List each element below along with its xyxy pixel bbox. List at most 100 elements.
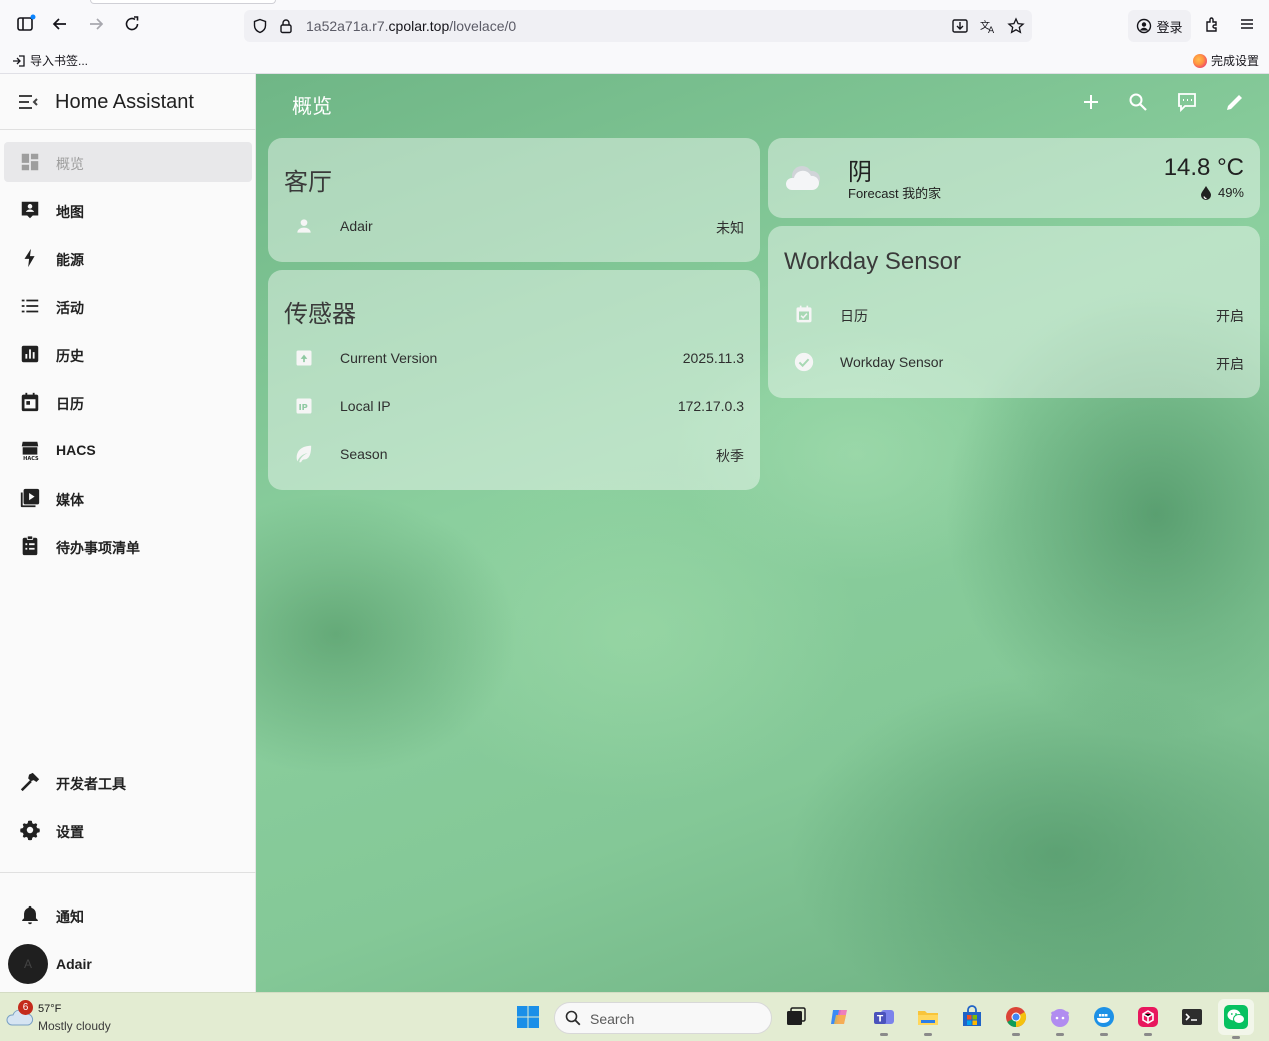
red-box-app-icon[interactable] — [1134, 1003, 1162, 1036]
card-title: 传感器 — [284, 301, 356, 328]
ha-sidebar: Home Assistant 概览 地图 能源 活动 历史 日历 HACS HA… — [0, 74, 256, 992]
bookmarks-bar: 导入书签... 完成设置 — [0, 48, 1269, 74]
svg-text:A: A — [988, 26, 995, 35]
running-indicator — [880, 1033, 888, 1036]
sidebar-item-media[interactable]: 媒体 — [4, 478, 252, 518]
sidebar-item-settings[interactable]: 设置 — [4, 810, 252, 850]
sidebar-item-notifications[interactable]: 通知 — [4, 895, 252, 935]
task-view-icon[interactable] — [782, 1003, 810, 1031]
chart-box-icon — [18, 342, 42, 366]
firefox-logo-icon — [1192, 53, 1207, 68]
card-title: Workday Sensor — [784, 248, 961, 275]
dashboard-icon — [18, 150, 42, 174]
svg-text:HACS: HACS — [23, 456, 39, 461]
add-icon[interactable] — [1079, 90, 1103, 114]
teams-icon[interactable]: T — [870, 1003, 898, 1036]
running-indicator — [1144, 1033, 1152, 1036]
search-icon[interactable] — [1126, 90, 1150, 114]
running-indicator — [1056, 1033, 1064, 1036]
browser-toolbar: 1a52a71a.r7.cpolar.top/lovelace/0 文A 登录 — [0, 0, 1269, 48]
browser-tab[interactable] — [90, 0, 276, 4]
calendar-icon — [18, 390, 42, 414]
address-bar[interactable]: 1a52a71a.r7.cpolar.top/lovelace/0 文A — [244, 10, 1032, 42]
search-icon — [565, 1010, 581, 1026]
translate-icon[interactable]: 文A — [978, 16, 998, 36]
assist-chat-icon[interactable] — [1175, 90, 1199, 114]
sidebar-item-developer-tools[interactable]: 开发者工具 — [4, 762, 252, 802]
import-bookmarks-link[interactable]: 导入书签... — [12, 52, 88, 69]
docker-icon[interactable] — [1090, 1003, 1118, 1036]
star-icon[interactable] — [1006, 16, 1026, 36]
entity-row[interactable]: Adair 未知 — [268, 206, 760, 246]
forward-arrow-icon[interactable] — [84, 12, 108, 36]
user-name[interactable]: Adair — [56, 956, 92, 972]
import-icon — [13, 54, 25, 67]
sidebar-item-history[interactable]: 历史 — [4, 334, 252, 374]
edit-pencil-icon[interactable] — [1223, 90, 1247, 114]
wechat-icon[interactable] — [1218, 999, 1254, 1039]
login-button[interactable]: 登录 — [1128, 10, 1191, 42]
avatar[interactable]: A — [8, 944, 48, 984]
ip-icon: IP — [292, 394, 316, 418]
sidebar-item-calendar[interactable]: 日历 — [4, 382, 252, 422]
sidebar-item-map[interactable]: 地图 — [4, 190, 252, 230]
cog-icon — [18, 818, 42, 842]
weather-forecast-label: Forecast 我的家 — [848, 186, 942, 201]
dashboard-main: 概览 客厅 Adair 未知 传感器 Current Version 2025.… — [256, 74, 1269, 992]
taskbar-search-box[interactable]: Search — [554, 1002, 772, 1034]
sensors-card: 传感器 Current Version 2025.11.3 IP Local I… — [268, 270, 760, 490]
url-text[interactable]: 1a52a71a.r7.cpolar.top/lovelace/0 — [306, 18, 516, 34]
leaf-icon — [292, 442, 316, 466]
microsoft-store-icon[interactable] — [958, 1003, 986, 1031]
entity-row[interactable]: Workday Sensor 开启 — [768, 342, 1260, 382]
entity-row[interactable]: 日历 开启 — [768, 294, 1260, 334]
extensions-icon[interactable] — [1202, 14, 1222, 34]
sidebar-divider — [0, 872, 256, 873]
copilot-icon[interactable] — [826, 1003, 854, 1031]
sidebar-item-energy[interactable]: 能源 — [4, 238, 252, 278]
package-up-icon — [292, 346, 316, 370]
entity-row[interactable]: IP Local IP 172.17.0.3 — [268, 386, 760, 426]
windows-start-icon[interactable] — [514, 1003, 542, 1031]
sidebar-item-overview[interactable]: 概览 — [4, 142, 252, 182]
sidebar-toggle-icon[interactable] — [14, 12, 38, 36]
cat-app-icon[interactable] — [1046, 1003, 1074, 1036]
entity-state: 秋季 — [716, 448, 744, 464]
chrome-icon[interactable] — [1002, 1003, 1030, 1036]
menu-open-icon[interactable] — [16, 90, 40, 114]
entity-name: Season — [340, 446, 388, 462]
entity-state: 开启 — [1216, 308, 1244, 324]
weather-card[interactable]: 阴 Forecast 我的家 14.8 °C 49% — [768, 138, 1260, 218]
map-account-icon — [18, 198, 42, 222]
clipboard-list-icon — [18, 534, 42, 558]
sidebar-item-logbook[interactable]: 活动 — [4, 286, 252, 326]
taskbar-temperature[interactable]: 57°F — [38, 1003, 61, 1015]
finish-setup-link[interactable]: 完成设置 — [1192, 52, 1259, 69]
running-indicator — [1100, 1033, 1108, 1036]
list-icon — [18, 294, 42, 318]
reload-icon[interactable] — [120, 12, 144, 36]
sidebar-header: Home Assistant — [0, 74, 256, 130]
shield-icon[interactable] — [250, 16, 270, 36]
terminal-icon[interactable] — [1178, 1003, 1206, 1031]
login-label: 登录 — [1156, 19, 1183, 35]
check-circle-icon — [792, 350, 816, 374]
weather-temperature: 14.8 °C — [1163, 154, 1244, 181]
sidebar-item-todo[interactable]: 待办事项清单 — [4, 526, 252, 566]
lock-icon[interactable] — [276, 16, 296, 36]
entity-row[interactable]: Current Version 2025.11.3 — [268, 338, 760, 378]
taskbar-weather-condition[interactable]: Mostly cloudy — [38, 1019, 111, 1033]
entity-name: Workday Sensor — [840, 354, 944, 370]
menu-icon[interactable] — [1237, 14, 1257, 34]
entity-state: 2025.11.3 — [682, 350, 744, 366]
download-page-icon[interactable] — [950, 16, 970, 36]
cloudy-icon — [784, 156, 828, 200]
weather-condition: 阴 — [848, 159, 872, 186]
running-indicator — [924, 1033, 932, 1036]
file-explorer-icon[interactable] — [914, 1003, 942, 1036]
entity-name: Local IP — [340, 398, 391, 414]
back-arrow-icon[interactable] — [48, 12, 72, 36]
sidebar-item-hacs[interactable]: HACS HACS — [4, 430, 252, 470]
card-title: 客厅 — [284, 169, 332, 196]
entity-row[interactable]: Season 秋季 — [268, 434, 760, 474]
